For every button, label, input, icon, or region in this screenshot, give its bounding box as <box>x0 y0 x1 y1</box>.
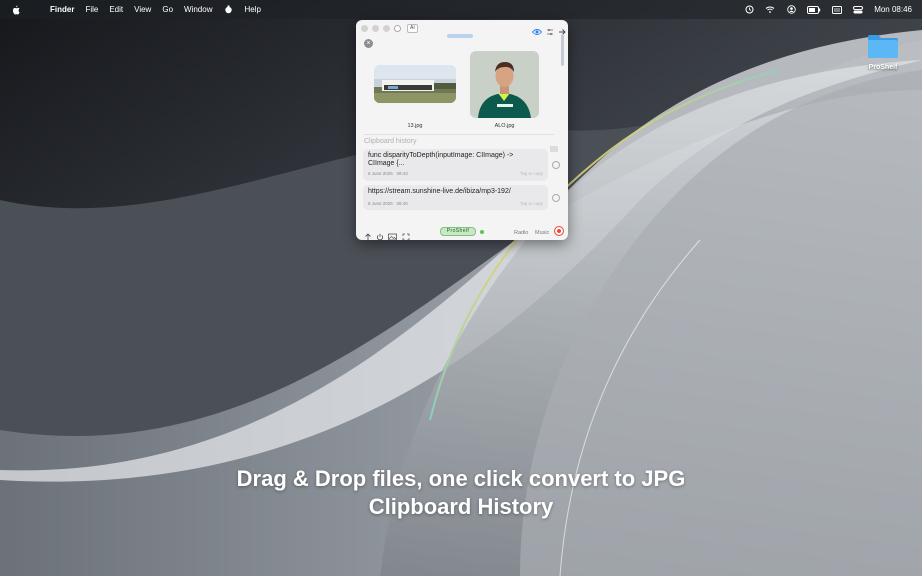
wifi-icon[interactable] <box>765 5 775 15</box>
caption-line-2: Clipboard History <box>368 494 554 519</box>
proshelf-badge[interactable]: ProShelf <box>440 227 476 236</box>
list-icon[interactable] <box>550 139 558 157</box>
proshelf-panel: AI × 13.jpg ALO.jpg Clipboard history fu… <box>356 20 568 240</box>
drag-handle[interactable] <box>447 34 473 38</box>
pin-icon[interactable] <box>552 194 560 202</box>
clipboard-item[interactable]: func disparityToDepth(inputImage: CIImag… <box>363 149 548 181</box>
folder-icon <box>867 33 899 59</box>
caption-line-1: Drag & Drop files, one click convert to … <box>236 466 686 491</box>
menu-bar: Finder File Edit View Go Window Help Mon… <box>0 0 922 19</box>
clip-date: 6 June 2025 08:40 <box>368 201 408 206</box>
desktop-folder-proshelf[interactable]: ProShelf <box>860 33 906 71</box>
menu-window[interactable]: Window <box>184 5 212 14</box>
clip-copy-hint: Tap to copy <box>519 171 543 176</box>
user-account-icon[interactable] <box>786 5 796 15</box>
clip-copy-hint: Tap to copy <box>519 201 543 206</box>
menubar-clock[interactable]: Mon 08:46 <box>874 5 912 14</box>
clock-icon[interactable] <box>394 25 401 32</box>
radio-button[interactable]: Radio <box>514 230 528 236</box>
menu-edit[interactable]: Edit <box>109 5 123 14</box>
folder-label: ProShelf <box>868 64 898 71</box>
scrollbar[interactable] <box>561 34 564 66</box>
ai-badge[interactable]: AI <box>407 24 418 33</box>
music-button[interactable]: Music <box>535 230 549 236</box>
menu-app-name[interactable]: Finder <box>50 5 74 14</box>
menu-view[interactable]: View <box>134 5 151 14</box>
clipboard-item[interactable]: https://stream.sunshine-live.de/ibiza/mp… <box>363 185 548 210</box>
image-icon[interactable] <box>388 228 397 240</box>
file-name-alo: ALO.jpg <box>494 123 515 129</box>
file-thumbnail-13[interactable] <box>374 65 456 103</box>
app-status-icon[interactable] <box>223 5 233 15</box>
file-name-13: 13.jpg <box>407 123 423 129</box>
upload-icon[interactable] <box>364 228 372 240</box>
battery-icon[interactable] <box>807 5 821 15</box>
eye-icon[interactable] <box>531 23 543 41</box>
menu-go[interactable]: Go <box>162 5 173 14</box>
close-icon[interactable]: × <box>364 39 373 48</box>
time-machine-icon[interactable] <box>744 5 754 15</box>
clipboard-section-title: Clipboard history <box>364 138 417 145</box>
clip-date: 6 June 2025 08:43 <box>368 171 408 176</box>
tool-icon-3[interactable] <box>383 25 390 32</box>
expand-icon[interactable] <box>402 228 410 240</box>
keyboard-icon[interactable] <box>832 5 843 15</box>
settings-sliders-icon[interactable] <box>546 23 554 41</box>
file-thumbnail-alo[interactable] <box>470 51 539 118</box>
power-icon[interactable] <box>376 228 384 240</box>
panel-footer: ProShelf Radio Music <box>356 224 568 240</box>
clip-text: func disparityToDepth(inputImage: CIImag… <box>368 152 514 167</box>
control-center-icon[interactable] <box>853 5 864 15</box>
tool-icon-1[interactable] <box>361 25 368 32</box>
menu-file[interactable]: File <box>85 5 98 14</box>
menu-help[interactable]: Help <box>244 5 260 14</box>
status-indicator <box>480 230 484 234</box>
tool-icon-2[interactable] <box>372 25 379 32</box>
section-divider <box>364 134 554 135</box>
pin-icon[interactable] <box>552 161 560 169</box>
record-icon[interactable] <box>554 226 564 236</box>
clip-text: https://stream.sunshine-live.de/ibiza/mp… <box>368 188 511 195</box>
apple-menu-icon[interactable] <box>10 5 20 15</box>
